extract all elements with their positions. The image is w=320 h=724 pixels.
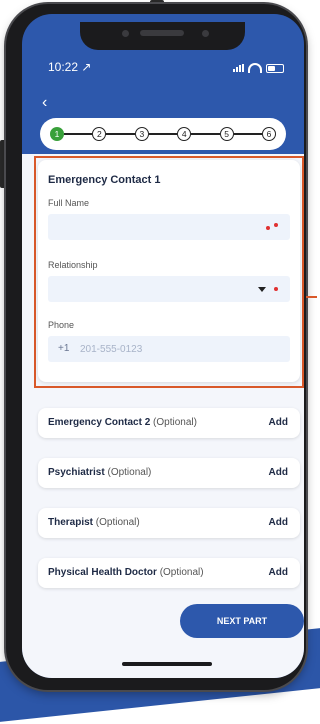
full-name-field[interactable] xyxy=(48,214,290,240)
add-emergency-contact-2-button[interactable]: Add xyxy=(269,417,288,428)
signal-icon xyxy=(233,64,244,72)
step-connector xyxy=(148,133,178,135)
step-2[interactable]: 2 xyxy=(92,127,107,141)
full-name-label: Full Name xyxy=(48,198,90,208)
step-connector xyxy=(64,133,93,135)
step-4[interactable]: 4 xyxy=(177,127,192,141)
relationship-label: Relationship xyxy=(48,260,98,270)
status-time: 10:22 ↗ xyxy=(48,60,91,74)
step-connector xyxy=(233,133,263,135)
required-dot xyxy=(266,226,270,230)
phone-notch xyxy=(80,22,245,50)
phone-frame: 10:22 ↗ ‹ 1 2 3 4 5 6 Emergency Contact … xyxy=(6,4,306,690)
phone-label: Phone xyxy=(48,320,75,330)
phone-country-code: +1 xyxy=(58,343,70,354)
section-title: Therapist (Optional) xyxy=(48,517,140,528)
wifi-icon xyxy=(248,63,262,73)
section-title-text: Physical Health Doctor xyxy=(48,567,157,578)
progress-stepper: 1 2 3 4 5 6 xyxy=(40,118,286,150)
form-content: Emergency Contact 1 Full Name Relationsh… xyxy=(22,154,304,678)
speaker-grille xyxy=(140,30,184,36)
section-title: Emergency Contact 2 (Optional) xyxy=(48,417,197,428)
location-arrow-icon: ↗ xyxy=(81,60,92,74)
physical-health-doctor-card: Physical Health Doctor (Optional) Add xyxy=(38,558,300,588)
chevron-left-icon[interactable]: ‹ xyxy=(42,94,47,112)
phone-input[interactable] xyxy=(78,339,262,359)
optional-tag: (Optional) xyxy=(159,567,204,578)
section-title-text: Therapist xyxy=(48,517,94,528)
add-psychiatrist-button[interactable]: Add xyxy=(269,467,288,478)
required-dot xyxy=(274,223,278,227)
caret-down-icon[interactable] xyxy=(258,287,266,292)
step-connector xyxy=(106,133,135,135)
section-title: Physical Health Doctor (Optional) xyxy=(48,567,204,578)
step-connector xyxy=(191,133,220,135)
emergency-contact-2-card: Emergency Contact 2 (Optional) Add xyxy=(38,408,300,438)
app-screen: 10:22 ↗ ‹ 1 2 3 4 5 6 Emergency Contact … xyxy=(22,14,304,678)
required-dot xyxy=(274,287,278,291)
section-title-text: Emergency Contact 2 xyxy=(48,417,151,428)
optional-tag: (Optional) xyxy=(107,467,152,478)
emergency-contact-1-card: Emergency Contact 1 Full Name Relationsh… xyxy=(38,160,300,382)
step-5[interactable]: 5 xyxy=(219,127,234,141)
therapist-card: Therapist (Optional) Add xyxy=(38,508,300,538)
home-indicator xyxy=(122,662,212,666)
status-time-text: 10:22 xyxy=(48,60,79,74)
add-physical-health-doctor-button[interactable]: Add xyxy=(269,567,288,578)
step-3[interactable]: 3 xyxy=(134,127,149,141)
card-title: Emergency Contact 1 xyxy=(48,174,161,186)
psychiatrist-card: Psychiatrist (Optional) Add xyxy=(38,458,300,488)
relationship-select[interactable] xyxy=(48,276,290,302)
add-therapist-button[interactable]: Add xyxy=(269,517,288,528)
status-icons xyxy=(233,63,284,73)
phone-field[interactable]: +1 xyxy=(48,336,290,362)
sensor-dot xyxy=(122,30,129,37)
section-title: Psychiatrist (Optional) xyxy=(48,467,151,478)
next-part-button[interactable]: NEXT PART xyxy=(180,604,304,638)
optional-tag: (Optional) xyxy=(95,517,140,528)
step-6[interactable]: 6 xyxy=(262,127,277,141)
battery-icon xyxy=(266,63,284,73)
step-1[interactable]: 1 xyxy=(50,127,64,141)
status-bar: 10:22 ↗ xyxy=(22,60,304,80)
callout-line xyxy=(306,296,317,298)
optional-tag: (Optional) xyxy=(153,417,197,428)
section-title-text: Psychiatrist xyxy=(48,467,105,478)
camera-dot xyxy=(202,30,209,37)
